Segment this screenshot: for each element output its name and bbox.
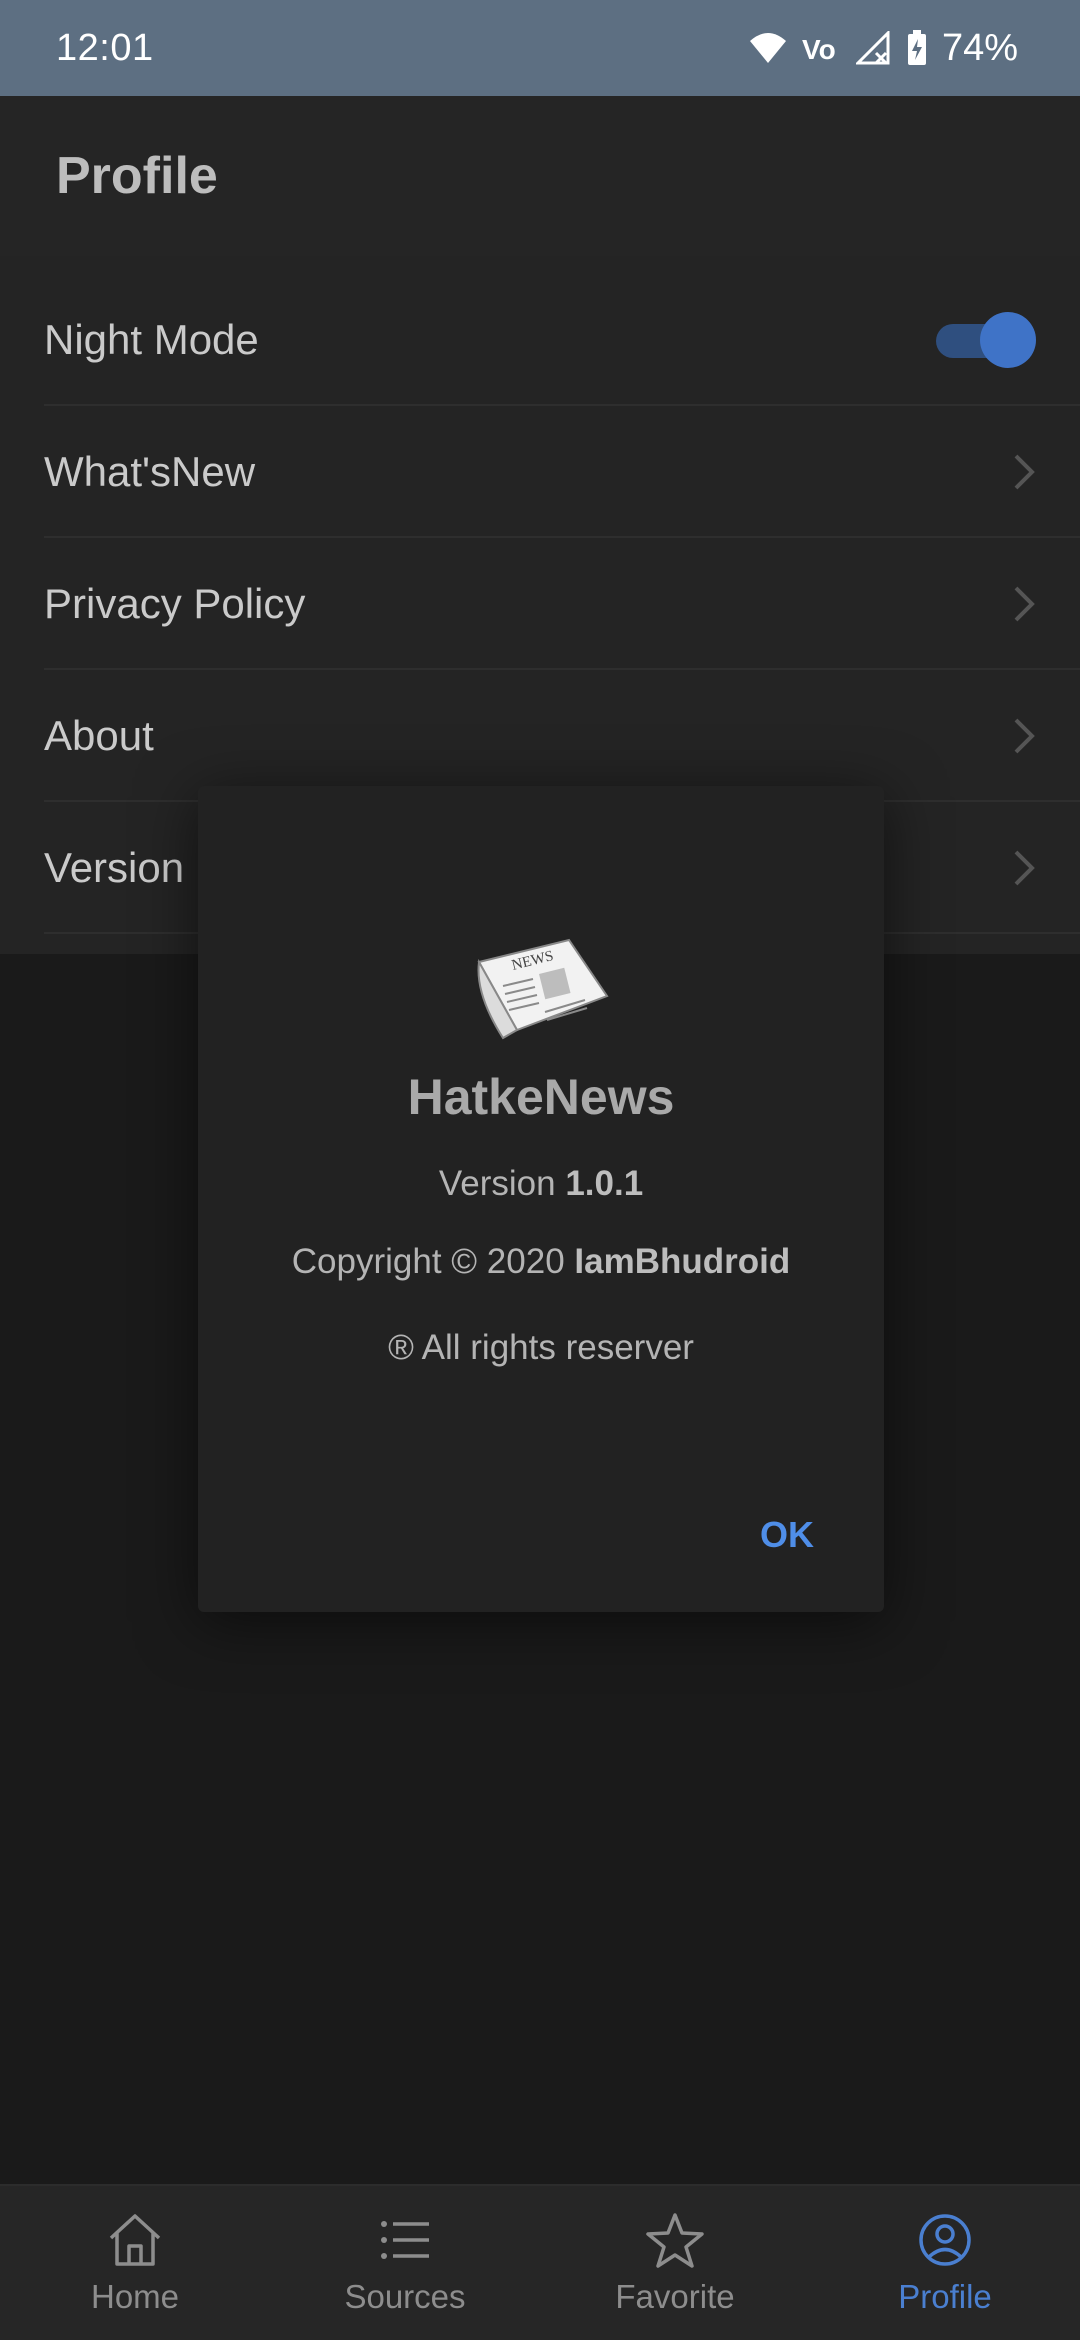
status-icons: Vo 74%: [748, 27, 1018, 70]
list-icon: [375, 2212, 435, 2268]
status-time: 12:01: [56, 26, 154, 69]
chevron-right-icon: [1012, 848, 1036, 888]
battery-percentage: 74%: [941, 26, 1018, 69]
about-dialog: NEWS HatkeNews Version 1.0.1 Copyright ©…: [198, 786, 884, 1612]
nav-item-home[interactable]: Home: [0, 2186, 270, 2340]
dialog-app-name: HatkeNews: [407, 1069, 675, 1125]
profile-icon: [915, 2212, 975, 2268]
chevron-right-icon: [1012, 452, 1036, 492]
wifi-icon: [748, 31, 788, 65]
version-number: 1.0.1: [565, 1164, 644, 1203]
nav-label: Home: [90, 2278, 180, 2315]
dialog-version-line: Version 1.0.1: [198, 1164, 884, 1204]
chevron-right-icon: [1012, 716, 1036, 756]
nav-item-profile[interactable]: Profile: [810, 2186, 1080, 2340]
night-mode-label: Night Mode: [44, 316, 259, 363]
nav-label: Profile: [898, 2278, 992, 2315]
nav-item-favorite[interactable]: Favorite: [540, 2186, 810, 2340]
ok-button[interactable]: OK: [760, 1514, 814, 1556]
app-bar: Profile: [0, 96, 1080, 256]
svg-text:Vo: Vo: [802, 34, 836, 65]
chevron-right-icon: [1012, 584, 1036, 624]
settings-item-label: Privacy Policy: [44, 580, 306, 627]
toggle-thumb: [980, 312, 1036, 368]
settings-item-privacy-policy[interactable]: Privacy Policy: [0, 538, 1080, 670]
bottom-navigation: Home Sources Favorite Profile: [0, 2184, 1080, 2340]
dialog-copyright-line: Copyright © 2020 IamBhudroid: [198, 1242, 884, 1282]
night-mode-toggle[interactable]: [936, 312, 1036, 368]
settings-item-label: Version: [44, 844, 185, 891]
battery-icon: [906, 29, 928, 67]
star-icon: [645, 2212, 705, 2268]
cell-signal-icon: [855, 31, 892, 65]
dialog-rights-line: ® All rights reserver: [388, 1328, 694, 1367]
settings-item-whats-new[interactable]: What'sNew: [0, 406, 1080, 538]
home-icon: [105, 2212, 165, 2268]
status-bar: 12:01 Vo 74%: [0, 0, 1080, 96]
copyright-author: IamBhudroid: [574, 1242, 791, 1281]
volte-icon: Vo: [802, 31, 842, 65]
version-prefix: Version: [438, 1164, 556, 1203]
newspaper-icon: NEWS: [473, 934, 613, 1044]
page-title: Profile: [56, 147, 218, 205]
settings-item-label: About: [44, 712, 154, 759]
copyright-prefix: Copyright © 2020: [291, 1242, 565, 1281]
nav-label: Favorite: [615, 2278, 735, 2315]
settings-item-about[interactable]: About: [0, 670, 1080, 802]
settings-item-label: What'sNew: [44, 448, 256, 495]
nav-label: Sources: [344, 2278, 466, 2315]
nav-item-sources[interactable]: Sources: [270, 2186, 540, 2340]
night-mode-row[interactable]: Night Mode: [0, 274, 1080, 406]
